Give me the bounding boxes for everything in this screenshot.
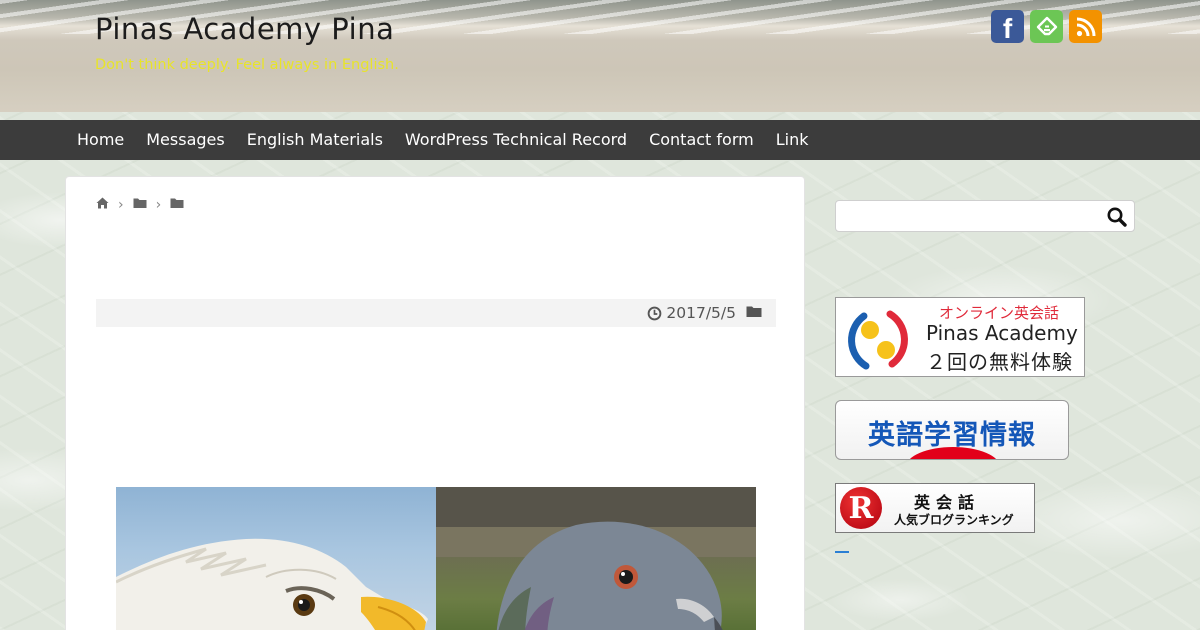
breadcrumb: › › <box>96 197 184 213</box>
post-date: 2017/5/5 <box>666 304 736 322</box>
social-links: f <box>991 10 1102 44</box>
pinas-logo-icon <box>848 310 908 370</box>
search-input[interactable] <box>842 205 1100 227</box>
search-icon[interactable] <box>1106 206 1128 228</box>
site-title[interactable]: Pinas Academy Pina <box>95 12 394 46</box>
pinas-academy-banner[interactable]: オンライン英会話 Pinas Academy ２回の無料体験 <box>835 297 1085 377</box>
rss-icon[interactable] <box>1069 10 1102 43</box>
search-box <box>835 200 1135 232</box>
main-nav: Home Messages English Materials WordPres… <box>0 120 1200 160</box>
banner-rank-line1: 英会話 <box>914 493 981 512</box>
nav-item-contact-form[interactable]: Contact form <box>638 120 765 160</box>
site-tagline: Don't think deeply. Feel always in Engli… <box>95 57 399 73</box>
banner-pinas-line2: Pinas Academy <box>926 321 1078 345</box>
main-content: › › 2017/5/5 <box>65 176 805 630</box>
sidebar-small-link[interactable] <box>835 551 849 553</box>
post-meta: 2017/5/5 <box>96 299 776 327</box>
site-header: Pinas Academy Pina Don't think deeply. F… <box>0 0 1200 112</box>
ranking-logo-icon: R <box>840 487 882 529</box>
banner-rank-line2: 人気ブログランキング <box>894 513 1014 527</box>
nav-item-wordpress-technical-record[interactable]: WordPress Technical Record <box>394 120 638 160</box>
nav-item-link[interactable]: Link <box>765 120 820 160</box>
nav-item-messages[interactable]: Messages <box>135 120 235 160</box>
pigeon-image <box>436 487 756 630</box>
folder-icon[interactable] <box>133 197 147 213</box>
english-info-banner[interactable]: 英語学習情報 <box>835 400 1069 460</box>
clock-icon <box>648 306 662 320</box>
chevron-right-icon: › <box>118 197 124 213</box>
facebook-icon[interactable]: f <box>991 10 1024 44</box>
banner-pinas-line1: オンライン英会話 <box>939 304 1060 322</box>
category-folder-icon[interactable] <box>746 304 762 322</box>
featured-image <box>116 487 756 630</box>
home-icon[interactable] <box>96 197 109 213</box>
eagle-image <box>116 487 436 630</box>
blog-ranking-banner[interactable]: R 英会話 人気ブログランキング <box>835 483 1035 533</box>
folder-icon[interactable] <box>170 197 184 213</box>
post-date-wrap: 2017/5/5 <box>647 304 736 322</box>
chevron-right-icon: › <box>155 197 162 213</box>
nav-item-english-materials[interactable]: English Materials <box>236 120 394 160</box>
feedly-icon[interactable] <box>1030 10 1063 43</box>
nav-item-home[interactable]: Home <box>66 120 135 160</box>
banner-info-text: 英語学習情報 <box>868 420 1036 451</box>
banner-pinas-line3: ２回の無料体験 <box>926 350 1073 374</box>
